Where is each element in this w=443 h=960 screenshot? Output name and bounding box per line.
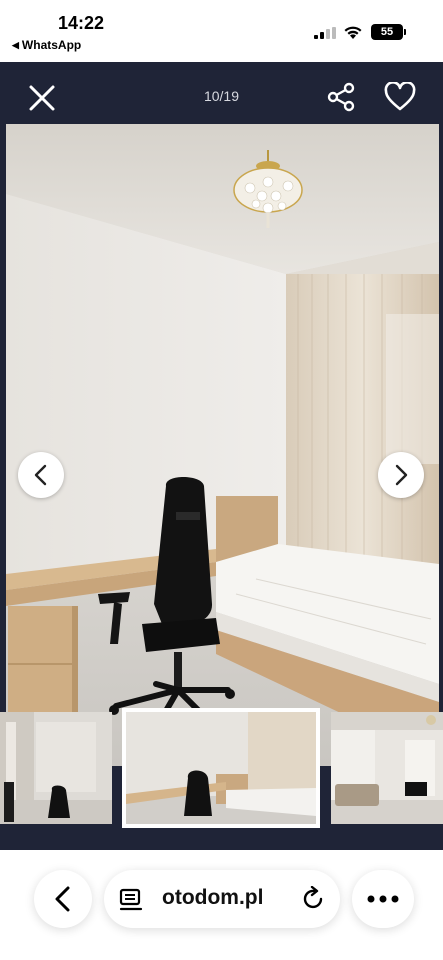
browser-toolbar: otodom.pl: [0, 850, 443, 960]
wifi-icon: [344, 26, 362, 39]
url-domain: otodom.pl: [162, 886, 264, 909]
heart-icon[interactable]: [384, 82, 416, 112]
more-dots-icon: [367, 895, 399, 903]
thumbnail-current[interactable]: [122, 708, 320, 828]
address-bar[interactable]: otodom.pl: [104, 870, 340, 928]
reader-mode-icon[interactable]: [118, 887, 144, 913]
photo-gallery-viewer: 10/19: [0, 62, 443, 850]
reload-icon[interactable]: [301, 886, 327, 912]
back-triangle-icon: ◀: [12, 39, 19, 50]
status-bar: 14:22 ◀ WhatsApp 55: [0, 0, 443, 62]
thumbnail-previous[interactable]: [0, 712, 112, 824]
battery-indicator: 55: [371, 24, 406, 40]
more-options-button[interactable]: [352, 870, 414, 928]
chevron-right-icon: [395, 464, 408, 486]
next-photo-button[interactable]: [378, 452, 424, 498]
share-icon[interactable]: [326, 82, 356, 112]
thumbnail-next[interactable]: [331, 712, 443, 824]
status-time: 14:22: [58, 13, 105, 33]
gallery-top-bar: 10/19: [0, 62, 443, 124]
chevron-left-icon: [55, 886, 70, 912]
previous-photo-button[interactable]: [18, 452, 64, 498]
main-photo: otodom: [6, 124, 439, 766]
photo-counter: 10/19: [203, 88, 240, 104]
browser-back-button[interactable]: [34, 870, 92, 928]
thumbnail-strip: [0, 708, 443, 828]
thumbnail-image: [0, 712, 112, 824]
thumbnail-image: [126, 712, 316, 824]
thumbnail-image: [331, 712, 443, 824]
cellular-signal-icon: [314, 27, 336, 39]
room-photo-image: [6, 124, 439, 766]
back-to-app-link[interactable]: ◀ WhatsApp: [12, 38, 81, 52]
screen: 14:22 ◀ WhatsApp 55 10/19 otodom.pl: [0, 0, 443, 960]
back-app-label: WhatsApp: [21, 38, 82, 52]
chevron-left-icon: [34, 464, 47, 486]
